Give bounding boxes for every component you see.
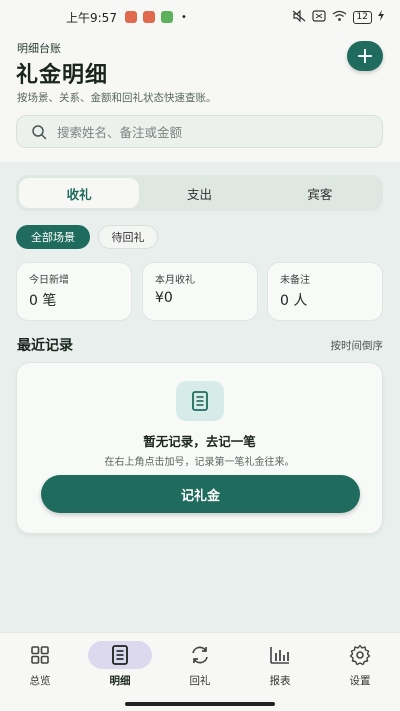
nav-label: 报表 [269,675,291,687]
empty-state-title: 暂无记录，去记一笔 [143,434,256,449]
grid-icon [8,641,72,669]
stat-label: 本月收礼 [155,275,195,286]
stat-value: 0 笔 [29,293,57,309]
nav-label: 明细 [109,675,131,687]
search-input[interactable]: 搜索姓名、备注或金额 [16,115,383,148]
page-title: 礼金明细 [16,63,109,88]
section-label: 明细台账 [17,42,61,55]
nav-item-return-gift[interactable]: 回礼 [160,641,240,691]
record-gift-button[interactable]: 记礼金 [41,475,360,513]
gear-icon [328,641,392,669]
notification-icon [142,11,155,23]
nav-label: 回礼 [189,675,211,687]
home-indicator[interactable] [125,702,275,706]
status-bar: 上午9:57 • 12 [0,0,400,34]
mute-icon [292,9,306,25]
recent-title: 最近记录 [17,338,73,354]
stat-label: 今日新增 [29,275,69,286]
filter-chip-pending-return[interactable]: 待回礼 [98,225,158,249]
nav-label: 总览 [29,675,51,687]
nav-item-reports[interactable]: 报表 [240,641,320,691]
search-placeholder: 搜索姓名、备注或金额 [57,125,183,140]
segmented-tabs: 收礼 支出 宾客 [16,175,383,211]
nav-item-details[interactable]: 明细 [80,641,160,691]
stat-card-month: 本月收礼 ¥0 [142,262,258,321]
document-icon [88,641,152,669]
add-button[interactable]: + [347,41,383,71]
nav-item-overview[interactable]: 总览 [0,641,80,691]
charging-icon [378,10,384,24]
sort-toggle[interactable]: 按时间倒序 [331,338,384,353]
search-icon [32,124,47,139]
document-icon [176,381,224,421]
empty-state-description: 在右上角点击加号，记录第一笔礼金往来。 [104,457,295,468]
empty-state-card: 暂无记录，去记一笔 在右上角点击加号，记录第一笔礼金往来。 记礼金 [16,362,383,534]
tab-expense[interactable]: 支出 [139,178,259,208]
status-dot-icon: • [180,11,187,23]
notification-icon [160,11,173,23]
status-indicators: 12 [292,9,384,25]
nav-label: 设置 [349,675,371,687]
bar-chart-icon [248,641,312,669]
sim-icon [311,9,326,25]
stat-label: 未备注 [280,275,310,286]
refresh-icon [168,641,232,669]
stat-card-today: 今日新增 0 笔 [16,262,132,321]
tab-received[interactable]: 收礼 [19,178,140,208]
nav-item-settings[interactable]: 设置 [320,641,400,691]
battery-icon: 12 [352,10,372,24]
bottom-nav: 总览 明细 回礼 报表 设置 [0,632,400,711]
header: 明细台账 礼金明细 按场景、关系、金额和回礼状态快速查账。 + 搜索姓名、备注或… [0,34,400,162]
plus-icon: + [355,43,375,69]
status-time: 上午9:57 [66,10,117,25]
wifi-icon [332,10,347,25]
filter-chip-all-scenes[interactable]: 全部场景 [16,225,90,249]
page-subtitle: 按场景、关系、金额和回礼状态快速查账。 [17,92,217,104]
stat-card-no-note: 未备注 0 人 [267,262,383,321]
tab-guests[interactable]: 宾客 [260,178,380,208]
notification-icon [124,11,137,23]
stat-value: 0 人 [280,293,308,309]
stat-value: ¥0 [155,290,173,306]
